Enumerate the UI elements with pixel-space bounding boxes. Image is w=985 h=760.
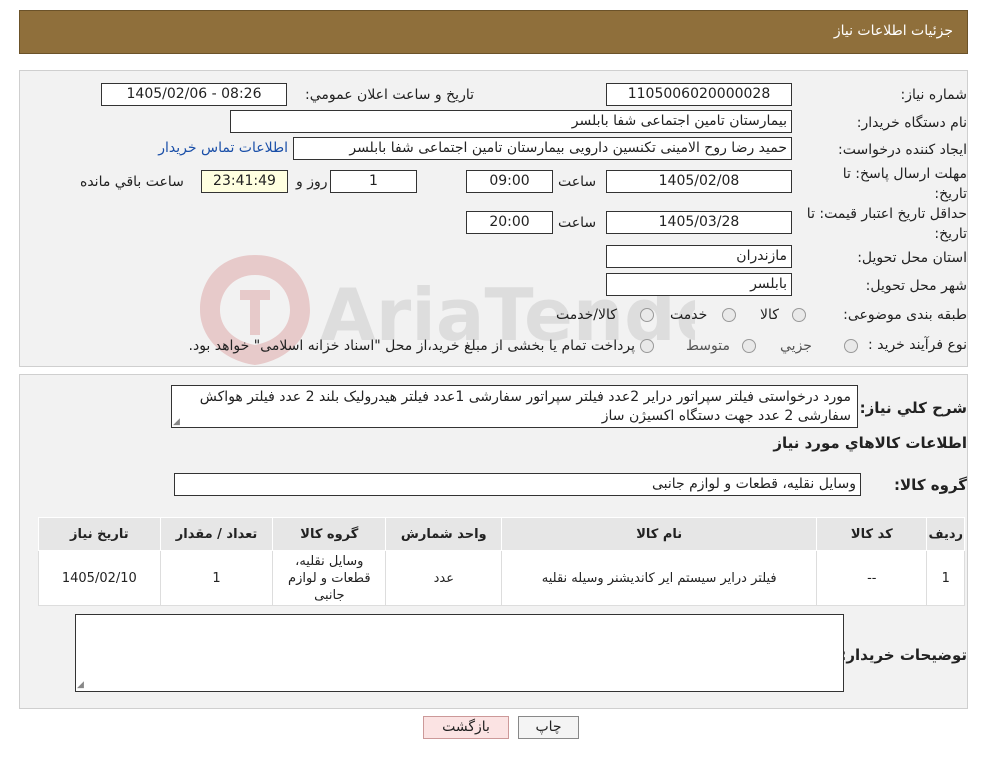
announce-datetime-field: 1405/02/06 - 08:26 <box>101 83 287 106</box>
buyer-org-label: نام دستگاه خریدار: <box>856 115 967 131</box>
reply-time-label: ساعت <box>558 174 597 190</box>
cell-name: فیلتر درایر سیستم ایر کاندیشنر وسیله نقل… <box>501 550 818 606</box>
page-header: جزئیات اطلاعات نیاز <box>19 10 968 54</box>
city-label: شهر محل تحویل: <box>865 278 967 294</box>
buyer-org-field: بیمارستان تامین اجتماعی شفا بابلسر <box>230 110 792 133</box>
category-label: طبقه بندی موضوعی: <box>843 307 967 323</box>
creator-label: ایجاد کننده درخواست: <box>838 142 967 158</box>
province-label: استان محل تحویل: <box>857 250 967 266</box>
cell-date: 1405/02/10 <box>38 550 161 606</box>
category-radio-goods-service[interactable] <box>640 308 654 322</box>
cell-qty: 1 <box>159 550 274 606</box>
need-number-field: 1105006020000028 <box>606 83 792 106</box>
description-textarea: مورد درخواستی فیلتر سپراتور درایر 2عدد ف… <box>171 385 858 428</box>
province-field: مازندران <box>606 245 792 268</box>
validity-label: حداقل تاریخ اعتبار قیمت: تا تاریخ: <box>806 206 967 242</box>
validity-date-field: 1405/03/28 <box>606 211 792 234</box>
items-section-title: اطلاعات کالاهاي مورد نیاز <box>773 434 967 452</box>
reply-date-field: 1405/02/08 <box>606 170 792 193</box>
validity-time-label: ساعت <box>558 215 597 231</box>
col-date: تاریخ نیاز <box>38 517 161 551</box>
cell-group: وسایل نقلیه، قطعات و لوازم جانبی <box>272 550 387 606</box>
purchase-radio-treasury[interactable] <box>640 339 654 353</box>
category-option-service: خدمت <box>670 307 708 323</box>
goods-group-label: گروه کالا: <box>894 476 967 494</box>
purchase-note: پرداخت تمام یا بخشی از مبلغ خرید،از محل … <box>188 338 635 354</box>
announce-label: تاریخ و ساعت اعلان عمومي: <box>305 87 474 103</box>
col-group: گروه کالا <box>272 517 387 551</box>
category-option-goods: کالا <box>760 307 779 323</box>
table-row: 1 -- فیلتر درایر سیستم ایر کاندیشنر وسیل… <box>38 550 965 606</box>
col-row: ردیف <box>926 517 965 551</box>
remaining-time-field: 23:41:49 <box>201 170 288 193</box>
cell-code: -- <box>816 550 928 606</box>
goods-group-field: وسایل نقلیه، قطعات و لوازم جانبی <box>174 473 861 496</box>
buyer-notes-label: توضیحات خریدار: <box>840 646 967 664</box>
cell-row: 1 <box>926 550 965 606</box>
print-button[interactable]: چاپ <box>518 716 579 739</box>
col-name: نام کالا <box>501 517 818 551</box>
buyer-notes-textarea[interactable] <box>75 614 844 692</box>
cell-unit: عدد <box>385 550 503 606</box>
col-code: کد کالا <box>816 517 928 551</box>
back-button[interactable]: بازگشت <box>423 716 509 739</box>
category-radio-goods[interactable] <box>792 308 806 322</box>
purchase-type-label: نوع فرآیند خرید : <box>868 337 967 353</box>
reply-deadline-label: مهلت ارسال پاسخ: تا تاریخ: <box>842 166 967 202</box>
purchase-radio-minor[interactable] <box>844 339 858 353</box>
remaining-label: ساعت باقي مانده <box>80 174 184 190</box>
category-option-goods-service: کالا/خدمت <box>556 307 617 323</box>
days-label: روز و <box>296 174 328 190</box>
resize-grip-icon[interactable]: ◢ <box>173 418 181 427</box>
items-table: ردیف کد کالا نام کالا واحد شمارش گروه کا… <box>38 517 965 606</box>
purchase-option-medium: متوسط <box>686 338 730 354</box>
col-unit: واحد شمارش <box>385 517 503 551</box>
purchase-radio-medium[interactable] <box>742 339 756 353</box>
need-number-label: شماره نیاز: <box>900 87 968 103</box>
buyer-contact-link[interactable]: اطلاعات تماس خریدار <box>158 140 288 156</box>
table-header-row: ردیف کد کالا نام کالا واحد شمارش گروه کا… <box>38 517 965 551</box>
category-radio-service[interactable] <box>722 308 736 322</box>
validity-time-field: 20:00 <box>466 211 553 234</box>
days-field: 1 <box>330 170 417 193</box>
creator-field: حمید رضا روح الامینی تکنسین دارویی بیمار… <box>293 137 792 160</box>
description-text: مورد درخواستی فیلتر سپراتور درایر 2عدد ف… <box>199 389 851 424</box>
page-title: جزئیات اطلاعات نیاز <box>833 23 953 39</box>
col-qty: تعداد / مقدار <box>159 517 274 551</box>
city-field: بابلسر <box>606 273 792 296</box>
purchase-option-minor: جزیي <box>780 338 812 354</box>
description-label: شرح کلي نیاز: <box>859 399 967 417</box>
notes-resize-grip-icon[interactable]: ◢ <box>77 681 85 690</box>
reply-time-field: 09:00 <box>466 170 553 193</box>
